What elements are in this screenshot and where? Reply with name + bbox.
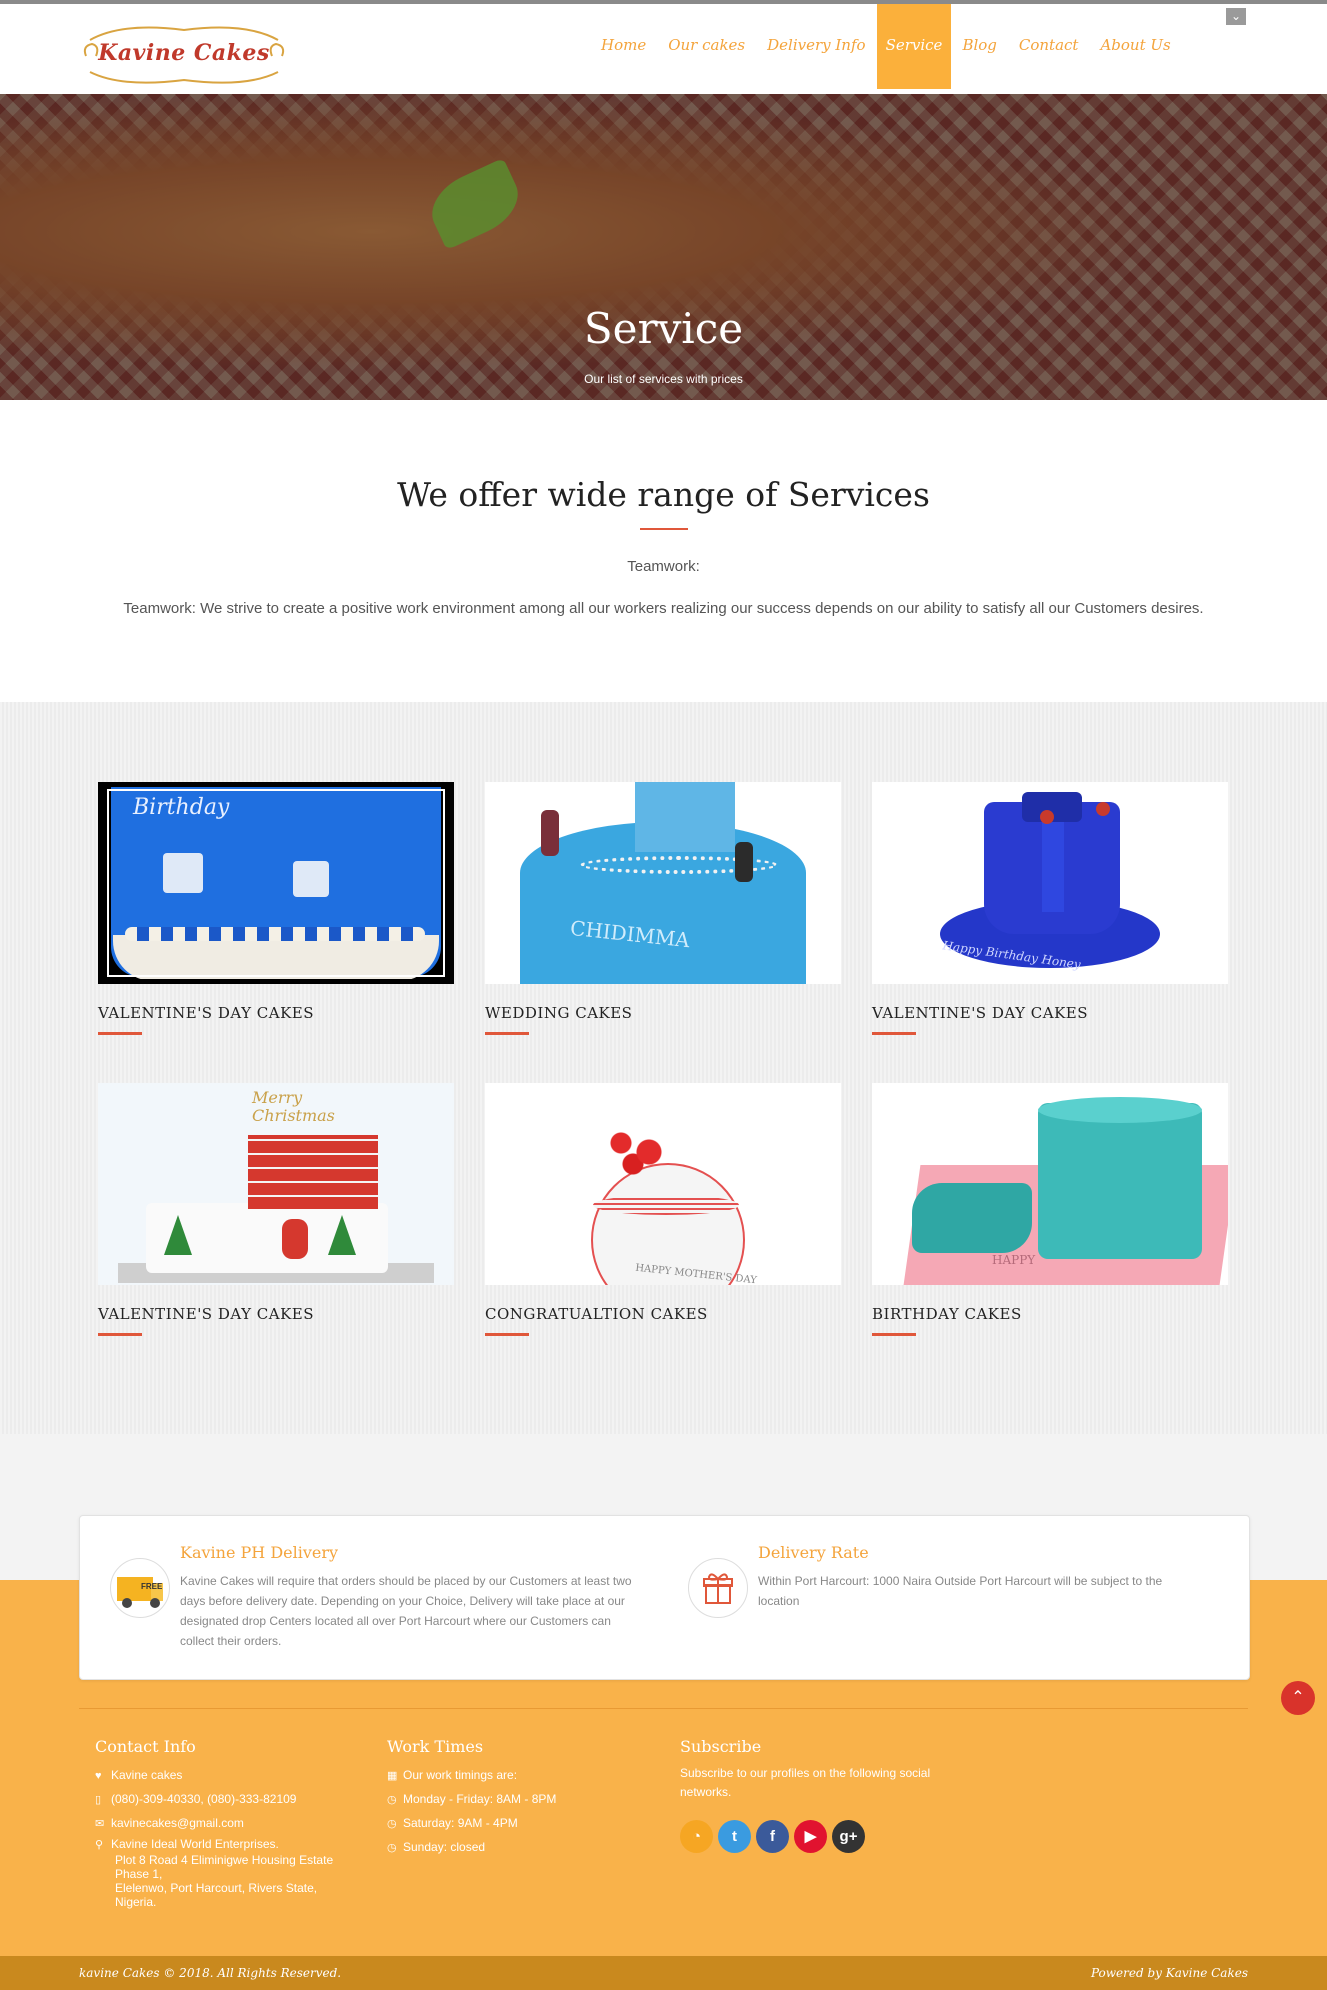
- email-icon: ✉: [95, 1818, 105, 1830]
- service-card: HAPPY Birthday Cakes: [872, 1083, 1228, 1336]
- address-line: Phase 1,: [115, 1867, 163, 1881]
- service-caption[interactable]: Birthday Cakes: [872, 1305, 1228, 1323]
- service-caption[interactable]: Wedding Cakes: [485, 1004, 841, 1022]
- footer-worktimes-title: Work Times: [387, 1737, 484, 1756]
- delivery-icon-label: FREE: [141, 1582, 163, 1591]
- twitter-icon[interactable]: t: [718, 1820, 751, 1853]
- address-line: Plot 8 Road 4 Eliminigwe Housing Estate: [115, 1853, 334, 1867]
- footer-work-times: Work Times ▦ Our work timings are: ◷ Monda…: [387, 1737, 647, 1860]
- service-caption[interactable]: Valentine's Day Cakes: [98, 1305, 454, 1323]
- service-image[interactable]: HAPPY MOTHER'S DAY: [485, 1083, 841, 1285]
- service-image[interactable]: CHIDIMMA: [485, 782, 841, 984]
- caption-underline: [872, 1032, 916, 1035]
- nav-contact[interactable]: Contact: [1008, 4, 1090, 89]
- page-title: Service: [583, 304, 744, 353]
- site-header: Kavine Cakes Home Our cakes Delivery Info S…: [0, 4, 1327, 94]
- caption-underline: [98, 1333, 142, 1336]
- hero-banner: Service Our list of services with prices: [0, 94, 1327, 400]
- footer-subscribe: Subscribe Subscribe to our profiles on t…: [680, 1737, 960, 1853]
- delivery-rate-text: Within Port Harcourt: 1000 Naira Outside…: [758, 1574, 1163, 1608]
- caption-underline: [485, 1032, 529, 1035]
- section-title: We offer wide range of Services: [397, 475, 930, 514]
- clock-icon: ◷: [387, 1842, 397, 1854]
- service-card: Happy Birthday Honey Valentine's Day Cak…: [872, 782, 1228, 1035]
- caption-underline: [872, 1333, 916, 1336]
- worktimes-sunday: Sunday: closed: [403, 1840, 486, 1854]
- facebook-icon[interactable]: f: [756, 1820, 789, 1853]
- caption-underline: [98, 1032, 142, 1035]
- nav-service[interactable]: Service: [876, 4, 952, 89]
- footer-divider: [79, 1708, 1248, 1709]
- service-image[interactable]: HAPPY: [872, 1083, 1228, 1285]
- service-image[interactable]: Merry Christmas: [98, 1083, 454, 1285]
- services-gallery: Birthday Valentine's Day Cakes CHIDIMMA …: [0, 702, 1327, 1434]
- service-card: Birthday Valentine's Day Cakes: [98, 782, 454, 1035]
- intro-label: Teamwork:: [627, 558, 700, 575]
- nav-delivery-info[interactable]: Delivery Info: [756, 4, 876, 89]
- powered-by-text[interactable]: Powered by Kavine Cakes: [1091, 1966, 1248, 1980]
- delivery-truck-icon: FREE: [110, 1558, 170, 1618]
- footer-contact-title: Contact Info: [95, 1737, 196, 1756]
- contact-email[interactable]: kavinecakes@gmail.com: [111, 1816, 244, 1830]
- service-caption[interactable]: Valentine's Day Cakes: [872, 1004, 1228, 1022]
- address-line: Nigeria.: [115, 1895, 157, 1909]
- worktimes-saturday: Saturday: 9AM - 4PM: [403, 1816, 518, 1830]
- caption-underline: [485, 1333, 529, 1336]
- service-image-text: HAPPY: [992, 1253, 1036, 1267]
- copyright-bar: kavine Cakes © 2018. All Rights Reserved…: [0, 1956, 1327, 1990]
- copyright-text: kavine Cakes © 2018. All Rights Reserved…: [79, 1966, 342, 1980]
- heart-icon: ♥: [95, 1770, 102, 1782]
- address-line: Elelenwo, Port Harcourt, Rivers State,: [115, 1881, 318, 1895]
- nav-home[interactable]: Home: [590, 4, 657, 89]
- section-title-underline: [640, 528, 688, 530]
- intro-text: Teamwork: We strive to create a positive…: [123, 600, 1204, 617]
- clock-icon: ◷: [387, 1818, 397, 1830]
- footer-subscribe-title: Subscribe: [680, 1737, 762, 1756]
- service-image[interactable]: Birthday: [98, 782, 454, 984]
- calendar-icon: ▦: [387, 1770, 398, 1782]
- nav-blog[interactable]: Blog: [951, 4, 1007, 89]
- page-subtitle: Our list of services with prices: [584, 372, 743, 386]
- logo-text: Kavine Cakes: [98, 40, 270, 66]
- worktimes-weekday: Monday - Friday: 8AM - 8PM: [403, 1792, 557, 1806]
- delivery-rate-title: Delivery Rate: [758, 1543, 869, 1562]
- subscribe-text: Subscribe to our profiles on the followi…: [680, 1766, 931, 1799]
- contact-phone: (080)-309-40330, (080)-333-82109: [111, 1792, 297, 1806]
- worktimes-intro: Our work timings are:: [403, 1768, 518, 1782]
- main-nav: Home Our cakes Delivery Info Service Blog Con…: [590, 4, 1182, 94]
- nav-about-us[interactable]: About Us: [1089, 4, 1181, 89]
- location-icon: ⚲: [95, 1839, 104, 1851]
- service-caption[interactable]: Valentine's Day Cakes: [98, 1004, 454, 1022]
- service-image[interactable]: Happy Birthday Honey: [872, 782, 1228, 984]
- rss-icon[interactable]: ◔: [680, 1820, 713, 1853]
- service-card: CHIDIMMA Wedding Cakes: [485, 782, 841, 1035]
- site-logo[interactable]: Kavine Cakes: [82, 20, 286, 90]
- scroll-to-top-button[interactable]: ⌃: [1281, 1681, 1315, 1715]
- delivery-title: Kavine PH Delivery: [180, 1543, 339, 1562]
- service-image-text: Merry Christmas: [252, 1088, 335, 1125]
- service-card: HAPPY MOTHER'S DAY CONGRATUALTION CAKES: [485, 1083, 841, 1336]
- service-caption[interactable]: CONGRATUALTION CAKES: [485, 1305, 841, 1323]
- delivery-info-box: FREE Kavine PH Delivery Kavine Cakes wil…: [79, 1515, 1250, 1680]
- mint-leaf-decoration: [421, 157, 529, 251]
- google-plus-icon[interactable]: g+: [832, 1820, 865, 1853]
- footer-contact-info: Contact Info ♥ Kavine cakes ▯ (080)-309-40…: [95, 1737, 355, 1909]
- delivery-text: Kavine Cakes will require that orders sh…: [180, 1574, 632, 1648]
- chevron-down-icon[interactable]: ⌄: [1226, 8, 1246, 25]
- phone-icon: ▯: [95, 1794, 102, 1806]
- clock-icon: ◷: [387, 1794, 397, 1806]
- address-line: Kavine Ideal World Enterprises.: [111, 1837, 279, 1851]
- youtube-icon[interactable]: ▶: [794, 1820, 827, 1853]
- gift-icon: [688, 1558, 748, 1618]
- social-links: ◔ t f ▶ g+: [680, 1820, 960, 1853]
- nav-our-cakes[interactable]: Our cakes: [657, 4, 756, 89]
- service-card: Merry Christmas Valentine's Day Cakes: [98, 1083, 454, 1336]
- contact-name: Kavine cakes: [111, 1768, 183, 1782]
